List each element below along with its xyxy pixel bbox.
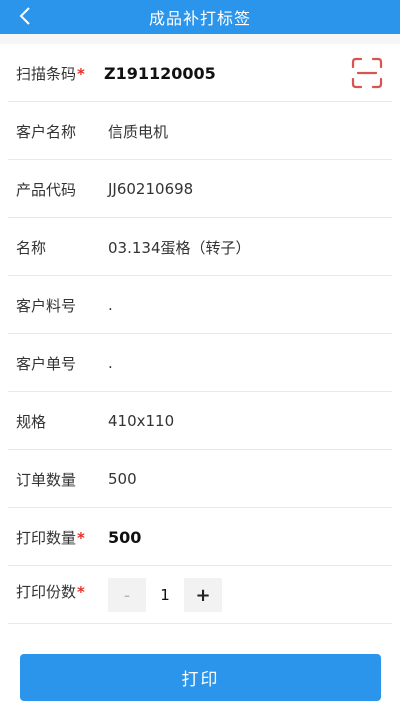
barcode-row: 扫描条码* Z191120005 [0,44,400,102]
copies-stepper: - + [108,578,222,612]
name-row: 名称 03.134蛋格（转子） [0,218,400,276]
name-value: 03.134蛋格（转子） [108,238,251,257]
product-code-label: 产品代码 [16,180,77,199]
print-copies-label: 打印份数* [16,583,85,601]
order-qty-row: 订单数量 500 [0,450,400,508]
customer-name-value: 信质电机 [108,122,169,141]
spec-label: 规格 [16,412,47,431]
name-label: 名称 [16,238,47,257]
required-marker: * [77,583,85,601]
barcode-label: 扫描条码* [16,64,85,83]
order-qty-value: 500 [108,470,137,488]
spec-value: 410x110 [108,412,175,430]
customer-name-label: 客户名称 [16,122,77,141]
customer-name-row: 客户名称 信质电机 [0,102,400,160]
required-marker: * [77,528,85,547]
customer-order-row: 客户单号 . [0,334,400,392]
decrement-button[interactable]: - [108,578,146,612]
spec-row: 规格 410x110 [0,392,400,450]
header-spacer [0,34,400,44]
print-qty-value[interactable]: 500 [108,528,141,547]
customer-material-value: . [108,296,113,314]
increment-button[interactable]: + [184,578,222,612]
scan-frame-icon [351,57,383,89]
customer-material-label: 客户料号 [16,296,77,315]
page-title: 成品补打标签 [148,9,251,28]
copies-input[interactable] [146,578,184,612]
print-button[interactable]: 打印 [20,654,381,701]
customer-material-row: 客户料号 . [0,276,400,334]
chevron-left-icon [19,7,30,25]
required-marker: * [77,64,85,83]
print-qty-row: 打印数量* 500 [0,508,400,566]
scan-button[interactable] [350,56,384,90]
customer-order-label: 客户单号 [16,354,77,373]
order-qty-label: 订单数量 [16,470,77,489]
print-copies-row: 打印份数* - + [0,566,400,624]
back-button[interactable] [12,3,38,29]
app-header: 成品补打标签 [0,0,400,34]
product-code-value: JJ60210698 [108,180,194,198]
barcode-value[interactable]: Z191120005 [104,64,216,83]
product-code-row: 产品代码 JJ60210698 [0,160,400,218]
customer-order-value: . [108,354,113,372]
print-qty-label: 打印数量* [16,528,85,547]
